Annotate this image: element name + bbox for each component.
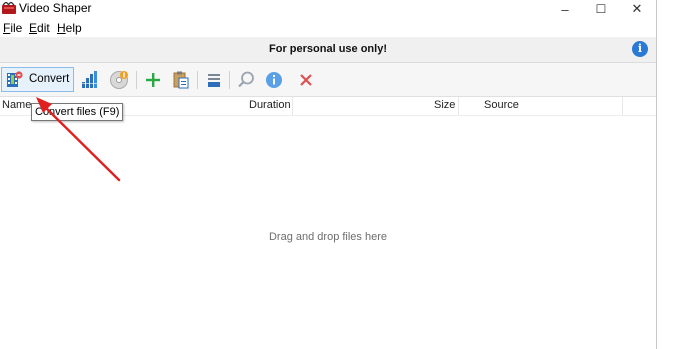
- queue-icon: [208, 74, 220, 87]
- convert-film-icon: [7, 71, 23, 87]
- info-icon: [266, 72, 282, 88]
- notice-bar: For personal use only!: [0, 37, 656, 63]
- info-icon[interactable]: i: [632, 41, 648, 57]
- close-button[interactable]: ✕: [620, 0, 654, 18]
- column-source[interactable]: Source: [484, 99, 519, 111]
- window-title: Video Shaper: [19, 1, 92, 15]
- convert-button[interactable]: Convert: [1, 67, 74, 92]
- column-name[interactable]: Name: [2, 99, 31, 111]
- queue-button[interactable]: [203, 69, 225, 91]
- menu-edit-label: dit: [37, 21, 50, 35]
- column-divider[interactable]: [622, 97, 623, 115]
- bar-chart-icon: [82, 71, 97, 88]
- column-divider[interactable]: [458, 97, 459, 115]
- column-size[interactable]: Size: [434, 99, 455, 111]
- menu-file-label: ile: [10, 21, 23, 35]
- toolbar-separator: [136, 71, 137, 89]
- menu-bar: File Edit Help: [0, 19, 656, 37]
- convert-tooltip: Convert files (F9): [31, 103, 124, 121]
- paste-icon: [173, 71, 189, 89]
- maximize-button[interactable]: ☐: [584, 0, 618, 18]
- column-duration[interactable]: Duration: [249, 99, 291, 111]
- toolbar: Convert: [0, 63, 656, 97]
- delete-button[interactable]: [295, 69, 317, 91]
- column-divider[interactable]: [292, 97, 293, 115]
- disc-button[interactable]: [108, 69, 130, 91]
- personal-use-notice: For personal use only!: [269, 43, 387, 55]
- menu-edit[interactable]: Edit: [29, 21, 50, 35]
- convert-label: Convert: [29, 73, 70, 85]
- delete-icon: [300, 74, 312, 86]
- paste-button[interactable]: [170, 69, 192, 91]
- statistics-button[interactable]: [79, 69, 101, 91]
- app-window: Video Shaper – ☐ ✕ File Edit Help For pe…: [0, 0, 657, 349]
- menu-file[interactable]: File: [3, 21, 22, 35]
- disc-icon: [110, 71, 128, 89]
- menu-help-accel: H: [57, 21, 66, 35]
- add-files-button[interactable]: [142, 69, 164, 91]
- search-icon: [238, 71, 254, 88]
- search-button[interactable]: [235, 69, 257, 91]
- app-logo-icon: [2, 2, 16, 14]
- toolbar-separator: [197, 71, 198, 89]
- toolbar-separator: [229, 71, 230, 89]
- info-button[interactable]: [263, 69, 285, 91]
- drop-zone-hint[interactable]: Drag and drop files here: [0, 231, 656, 243]
- minimize-button[interactable]: –: [548, 0, 582, 18]
- title-bar[interactable]: Video Shaper – ☐ ✕: [0, 0, 656, 18]
- add-icon: [146, 73, 160, 87]
- menu-edit-accel: E: [29, 21, 38, 35]
- menu-help[interactable]: Help: [57, 21, 82, 35]
- menu-help-label: elp: [65, 21, 82, 35]
